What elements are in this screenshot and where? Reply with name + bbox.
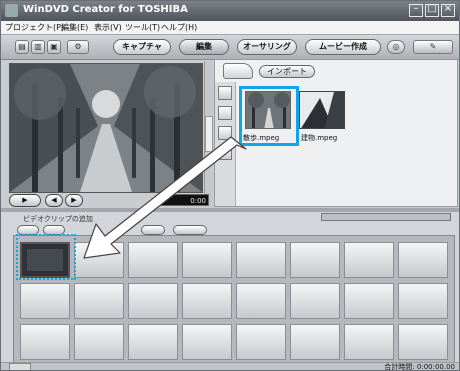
storyboard-tool-button[interactable] bbox=[141, 225, 165, 235]
settings-icon: ⚙ bbox=[74, 42, 82, 51]
clip-label-building: 建物.mpeg bbox=[301, 134, 338, 142]
storyboard-cell[interactable] bbox=[236, 324, 286, 360]
save-project-button[interactable]: ▣ bbox=[47, 40, 61, 54]
storyboard-cell[interactable] bbox=[182, 283, 232, 319]
minimize-button[interactable]: – bbox=[409, 3, 423, 17]
storyboard-cell[interactable] bbox=[344, 324, 394, 360]
storyboard-cell[interactable] bbox=[290, 283, 340, 319]
open-folder-icon: ▥ bbox=[34, 42, 42, 51]
menu-edit[interactable]: 編集(E) bbox=[61, 22, 88, 33]
storyboard-cell[interactable] bbox=[128, 242, 178, 278]
menu-view[interactable]: 表示(V) bbox=[94, 22, 122, 33]
clip-thumbnail-building[interactable] bbox=[299, 91, 345, 129]
maximize-button[interactable]: □ bbox=[425, 3, 439, 17]
menu-tools[interactable]: ツール(T) bbox=[125, 22, 160, 33]
menu-help[interactable]: ヘルプ(H) bbox=[161, 22, 197, 33]
storyboard-cell[interactable] bbox=[236, 242, 286, 278]
total-time-label: 合計時間: 0:00:00.00 bbox=[384, 363, 455, 371]
library-category-bar bbox=[215, 82, 236, 206]
player-controls: ▶ ◀ ▶ 0:00 bbox=[9, 194, 209, 208]
prev-frame-button[interactable]: ◀ bbox=[45, 194, 63, 207]
storyboard-grid bbox=[13, 235, 455, 363]
disc-icon: ◎ bbox=[392, 42, 400, 51]
video-category-icon[interactable] bbox=[218, 86, 232, 100]
timecode-display: 0:00 bbox=[157, 194, 209, 206]
storyboard-cell[interactable] bbox=[74, 283, 124, 319]
new-file-icon: ▤ bbox=[18, 42, 26, 51]
tab-capture[interactable]: キャプチャ bbox=[113, 39, 171, 55]
storyboard-cell[interactable] bbox=[128, 324, 178, 360]
next-frame-button[interactable]: ▶ bbox=[65, 194, 83, 207]
storyboard-cell[interactable] bbox=[182, 242, 232, 278]
rewind-icon: ◀ bbox=[51, 196, 57, 204]
tools-icon: ✎ bbox=[429, 42, 437, 51]
storyboard-progress bbox=[321, 213, 451, 221]
app-icon bbox=[5, 4, 18, 17]
save-icon: ▣ bbox=[50, 42, 58, 51]
storyboard-cell[interactable] bbox=[182, 324, 232, 360]
storyboard-cell[interactable] bbox=[290, 324, 340, 360]
storyboard-cell[interactable] bbox=[74, 242, 124, 278]
video-preview[interactable] bbox=[9, 63, 203, 193]
storyboard-cell[interactable] bbox=[344, 283, 394, 319]
storyboard-cell[interactable] bbox=[290, 242, 340, 278]
storyboard-cell[interactable] bbox=[236, 283, 286, 319]
storyboard-cell[interactable] bbox=[128, 283, 178, 319]
maximize-icon: □ bbox=[427, 3, 437, 14]
scrollbar-thumb[interactable] bbox=[205, 116, 213, 152]
settings-button[interactable]: ⚙ bbox=[67, 40, 89, 54]
forward-icon: ▶ bbox=[71, 196, 77, 204]
drop-target-highlight bbox=[16, 234, 76, 280]
library-folder-tab[interactable] bbox=[223, 63, 253, 79]
play-icon: ▶ bbox=[22, 196, 28, 204]
storyboard-option-button[interactable] bbox=[173, 225, 207, 235]
effects-category-icon[interactable] bbox=[218, 146, 232, 160]
music-category-icon[interactable] bbox=[218, 126, 232, 140]
storyboard-cell[interactable] bbox=[344, 242, 394, 278]
preview-image bbox=[10, 64, 202, 192]
storyboard-cell[interactable] bbox=[20, 324, 70, 360]
status-bar: 合計時間: 0:00:00.00 bbox=[1, 362, 459, 371]
preview-scrollbar[interactable] bbox=[204, 61, 213, 206]
menu-project[interactable]: プロジェクト(P) bbox=[5, 22, 64, 33]
storyboard-cell[interactable] bbox=[398, 324, 448, 360]
main-toolbar: ▤ ▥ ▣ ⚙ キャプチャ 編集 オーサリング ムービー作成 ◎ ✎ bbox=[1, 35, 459, 60]
image-category-icon[interactable] bbox=[218, 106, 232, 120]
storyboard-cell[interactable] bbox=[398, 242, 448, 278]
status-indicator bbox=[9, 363, 31, 370]
close-icon: × bbox=[443, 3, 453, 14]
minimize-icon: – bbox=[413, 3, 419, 14]
tab-movie-create[interactable]: ムービー作成 bbox=[305, 39, 381, 55]
storyboard-cell[interactable] bbox=[398, 283, 448, 319]
app-window: WinDVD Creator for TOSHIBA – □ × プロジェクト(… bbox=[0, 0, 460, 371]
import-button[interactable]: インポート bbox=[259, 65, 315, 78]
open-project-button[interactable]: ▥ bbox=[31, 40, 45, 54]
tab-edit[interactable]: 編集 bbox=[179, 39, 229, 55]
menu-bar: プロジェクト(P) 編集(E) 表示(V) ツール(T) ヘルプ(H) bbox=[1, 21, 459, 35]
disc-button[interactable]: ◎ bbox=[387, 40, 405, 54]
selected-clip-highlight bbox=[239, 86, 299, 146]
tools-button[interactable]: ✎ bbox=[413, 40, 453, 54]
title-bar: WinDVD Creator for TOSHIBA – □ × bbox=[1, 1, 459, 21]
storyboard-cell[interactable] bbox=[20, 283, 70, 319]
new-project-button[interactable]: ▤ bbox=[15, 40, 29, 54]
close-button[interactable]: × bbox=[441, 3, 455, 17]
tab-authoring[interactable]: オーサリング bbox=[237, 39, 297, 55]
window-title: WinDVD Creator for TOSHIBA bbox=[23, 4, 188, 15]
storyboard-label: ビデオクリップの追加 bbox=[23, 215, 93, 223]
storyboard-cell[interactable] bbox=[74, 324, 124, 360]
play-button[interactable]: ▶ bbox=[9, 194, 41, 207]
clip-building-image bbox=[300, 92, 344, 128]
